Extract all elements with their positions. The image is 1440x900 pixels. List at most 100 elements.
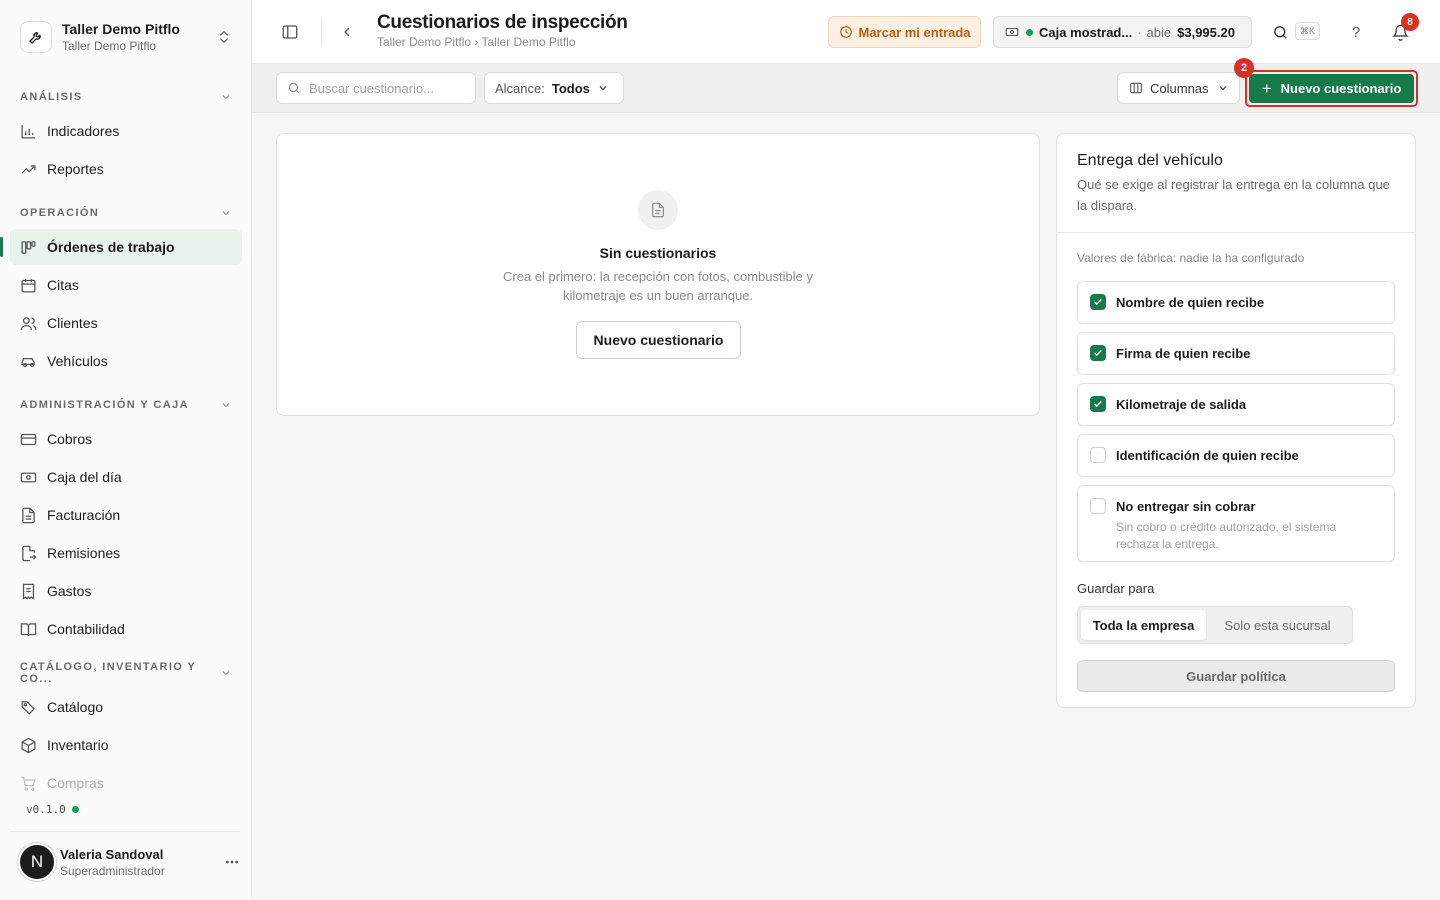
cashbox-button[interactable]: Caja mostrad... · abie $3,995.20 [993, 16, 1252, 48]
search-button[interactable] [1266, 18, 1294, 46]
org-subtitle: Taller Demo Pitflo [62, 39, 157, 53]
help-button[interactable]: ? [1342, 18, 1370, 46]
sidebar-item-indicadores[interactable]: Indicadores [10, 113, 242, 149]
sidebar-item-reportes[interactable]: Reportes [10, 151, 242, 187]
checkbox-unchecked[interactable] [1090, 447, 1106, 463]
scope-option-branch[interactable]: Solo esta sucursal [1206, 610, 1349, 640]
section-operacion[interactable]: OPERACIÓN [20, 203, 232, 223]
panel-title: Entrega del vehículo [1077, 152, 1223, 169]
sidebar-item-clientes[interactable]: Clientes [10, 305, 242, 341]
sidebar-item-facturacion[interactable]: Facturación [10, 497, 242, 533]
option-receiver-signature[interactable]: Firma de quien recibe [1077, 332, 1395, 375]
search-input[interactable] [309, 80, 485, 96]
back-button[interactable] [333, 18, 361, 46]
option-label: Firma de quien recibe [1116, 346, 1251, 361]
option-label: No entregar sin cobrar [1116, 499, 1256, 514]
sidebar-item-label: Cobros [47, 431, 93, 447]
empty-state-card: Sin cuestionarios Crea el primero: la re… [276, 133, 1040, 416]
save-policy-button[interactable]: Guardar política [1077, 660, 1395, 692]
sidebar-item-inventario[interactable]: Inventario [10, 727, 242, 763]
kanban-icon [20, 239, 37, 256]
option-exit-mileage[interactable]: Kilometraje de salida [1077, 383, 1395, 426]
sidebar-item-label: Órdenes de trabajo [47, 239, 175, 255]
sidebar-item-remisiones[interactable]: Remisiones [10, 535, 242, 571]
panel-left-icon [281, 23, 299, 41]
chevron-down-icon [597, 82, 609, 94]
bar-chart-icon [20, 123, 37, 140]
checkbox-checked[interactable] [1090, 294, 1106, 310]
calendar-icon [20, 277, 37, 294]
empty-new-questionnaire-button[interactable]: Nuevo cuestionario [576, 321, 741, 359]
banknote-icon [20, 469, 37, 486]
option-receiver-id[interactable]: Identificación de quien recibe [1077, 434, 1395, 477]
sidebar-item-contabilidad[interactable]: Contabilidad [10, 611, 242, 647]
chevron-down-icon [220, 667, 232, 679]
option-no-delivery-without-payment[interactable]: No entregar sin cobrar Sin cobro o crédi… [1077, 485, 1395, 562]
book-open-icon [20, 621, 37, 638]
version-label: v0.1.0 [26, 803, 66, 816]
sidebar-item-label: Caja del día [47, 469, 122, 485]
chevron-down-icon [220, 399, 232, 411]
option-label: Identificación de quien recibe [1116, 448, 1299, 463]
empty-state-title: Sin cuestionarios [599, 245, 717, 261]
plus-icon: + [1261, 78, 1272, 98]
top-header: Cuestionarios de inspección Taller Demo … [252, 0, 1440, 64]
check-in-button[interactable]: Marcar mi entrada [828, 16, 981, 48]
checkbox-checked[interactable] [1090, 396, 1106, 412]
org-switcher[interactable]: Taller Demo Pitflo Taller Demo Pitflo [10, 10, 242, 64]
option-label: Nombre de quien recibe [1116, 295, 1265, 310]
section-analisis[interactable]: ANÁLISIS [20, 87, 232, 107]
columns-button[interactable]: Columnas [1117, 72, 1240, 104]
banknote-icon [1005, 25, 1019, 39]
checkbox-checked[interactable] [1090, 345, 1106, 361]
sidebar-item-cobros[interactable]: Cobros [10, 421, 242, 457]
notifications-count-badge: 8 [1401, 13, 1419, 31]
section-label: CATÁLOGO, INVENTARIO Y CO... [20, 661, 197, 685]
divider [1057, 232, 1415, 233]
chevron-down-icon [220, 207, 232, 219]
sidebar-item-label: Facturación [47, 507, 121, 523]
org-name: Taller Demo Pitflo [62, 21, 180, 37]
sidebar-item-catalogo[interactable]: Catálogo [10, 689, 242, 725]
sidebar-item-label: Catálogo [47, 699, 104, 715]
scope-filter-dropdown[interactable]: Alcance: Todos [484, 72, 624, 104]
section-administracion[interactable]: ADMINISTRACIÓN Y CAJA [20, 395, 232, 415]
user-name: Valeria Sandoval [60, 846, 164, 862]
user-role: Superadministrador [60, 863, 165, 878]
sidebar-item-label: Reportes [47, 161, 104, 177]
new-questionnaire-button[interactable]: + Nuevo cuestionario [1249, 74, 1414, 103]
avatar: N [18, 843, 56, 881]
sidebar-item-citas[interactable]: Citas [10, 267, 242, 303]
toolbar: Alcance: Todos Columnas + Nuevo cuestion… [252, 58, 1440, 113]
new-questionnaire-label: Nuevo cuestionario [1280, 81, 1402, 96]
save-for-label: Guardar para [1077, 581, 1155, 596]
trending-up-icon [20, 161, 37, 178]
panel-description: Qué se exige al registrar la entrega en … [1077, 177, 1390, 213]
scope-option-company[interactable]: Toda la empresa [1081, 610, 1207, 640]
sidebar-item-label: Indicadores [47, 123, 120, 139]
more-horizontal-icon[interactable] [224, 854, 240, 870]
credit-card-icon [20, 431, 37, 448]
section-label: OPERACIÓN [20, 207, 100, 219]
option-label: Kilometraje de salida [1116, 397, 1247, 412]
checkbox-unchecked[interactable] [1090, 498, 1106, 514]
search-box[interactable] [276, 72, 485, 104]
search-icon [1272, 24, 1289, 41]
user-menu[interactable]: N Valeria Sandoval Superadministrador [18, 842, 240, 882]
sidebar-item-label: Inventario [47, 737, 109, 753]
sidebar-item-label: Compras [47, 775, 104, 791]
page-title: Cuestionarios de inspección [377, 12, 628, 33]
sidebar-item-gastos[interactable]: Gastos [10, 573, 242, 609]
scope-label: Alcance: [495, 80, 545, 96]
option-receiver-name[interactable]: Nombre de quien recibe [1077, 281, 1395, 324]
sidebar-item-compras[interactable]: Compras [10, 765, 242, 801]
status-dot-icon [71, 806, 79, 813]
sidebar-toggle-button[interactable] [276, 18, 304, 46]
chevron-down-icon [220, 91, 232, 103]
breadcrumb: Taller Demo Pitflo › Taller Demo Pitflo [377, 35, 576, 49]
section-catalogo[interactable]: CATÁLOGO, INVENTARIO Y CO... [20, 661, 232, 685]
sidebar-item-ordenes[interactable]: Órdenes de trabajo [0, 229, 242, 265]
sidebar-item-vehiculos[interactable]: Vehículos [10, 343, 242, 379]
tags-icon [20, 699, 37, 716]
sidebar-item-caja[interactable]: Caja del día [10, 459, 242, 495]
